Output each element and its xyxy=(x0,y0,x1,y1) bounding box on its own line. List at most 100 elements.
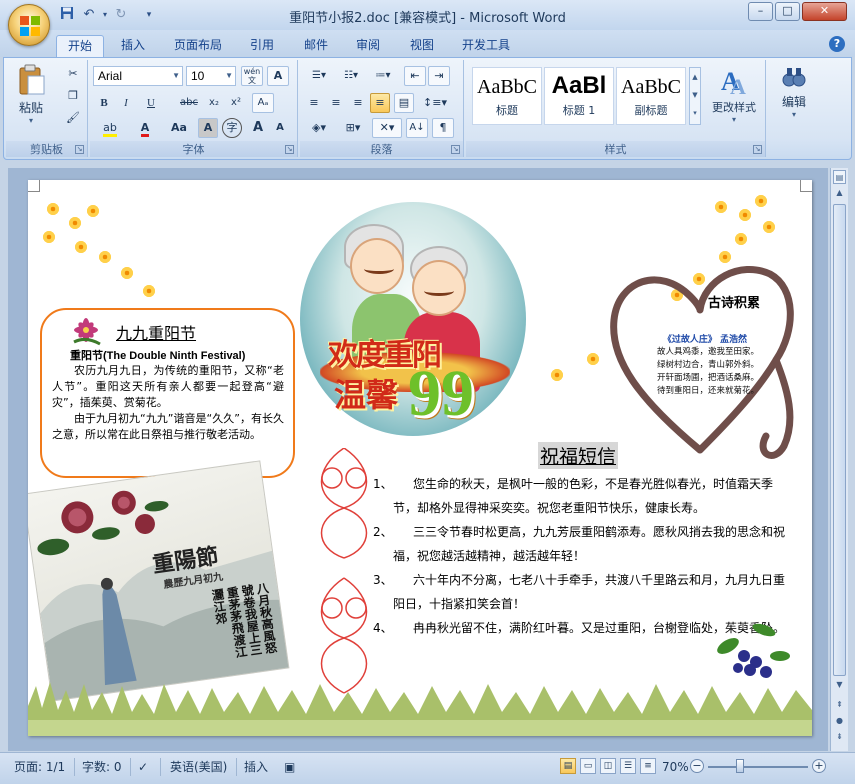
full-screen-reading-view-icon[interactable]: ▭ xyxy=(580,758,596,774)
highlight-color-button[interactable]: ab xyxy=(94,118,126,138)
clear-formatting-button[interactable]: Aₐ xyxy=(252,93,274,113)
editing-label: 编辑 xyxy=(781,95,806,109)
justify-button[interactable]: ≡ xyxy=(370,93,390,113)
tab-mailings[interactable]: 邮件 xyxy=(294,35,338,57)
draft-view-icon[interactable]: ≡ xyxy=(640,758,656,774)
font-name-select[interactable]: Arial ▼ xyxy=(93,66,183,86)
bold-button[interactable]: B xyxy=(94,93,114,113)
font-color-button[interactable]: A xyxy=(130,118,160,138)
flower-decoration xyxy=(71,240,91,254)
tab-references[interactable]: 引用 xyxy=(240,35,284,57)
tab-home[interactable]: 开始 xyxy=(56,35,104,57)
distributed-button[interactable]: ▤ xyxy=(394,93,414,113)
align-right-button[interactable]: ≡ xyxy=(348,93,368,113)
decrease-indent-button[interactable]: ⇤ xyxy=(404,66,426,86)
borders-button[interactable]: ⊞▾ xyxy=(338,118,368,138)
festival-info-box[interactable]: 九九重阳节 重阳节(The Double Ninth Festival) 农历九… xyxy=(40,308,295,478)
paragraph-launcher-icon[interactable]: ↘ xyxy=(451,145,460,154)
close-button[interactable]: ✕ xyxy=(802,2,847,21)
festival-banner: 欢度重阳 温馨 99 xyxy=(324,330,494,440)
tab-view[interactable]: 视图 xyxy=(400,35,444,57)
format-painter-icon[interactable]: 🖌 xyxy=(62,108,84,128)
print-layout-view-icon[interactable]: ▤ xyxy=(560,758,576,774)
cut-icon[interactable]: ✂ xyxy=(62,64,84,84)
sort-button[interactable]: A↓ xyxy=(406,118,428,138)
styles-scroll[interactable]: ▲ ▼ ▾ xyxy=(689,67,701,125)
change-case-button[interactable]: Aa xyxy=(164,118,194,138)
vertical-scrollbar[interactable]: ▤ ▲ ▼ ⇞ ● ⇟ xyxy=(830,168,848,751)
style-title[interactable]: AaBbC 标题 xyxy=(472,67,542,125)
insert-mode-indicator[interactable]: 插入 xyxy=(244,758,268,776)
subscript-button[interactable]: x₂ xyxy=(204,93,224,113)
language-indicator[interactable]: 英语(美国) xyxy=(170,758,227,776)
zoom-out-button[interactable]: − xyxy=(690,759,704,773)
align-center-button[interactable]: ≡ xyxy=(326,93,346,113)
show-marks-button[interactable]: ¶ xyxy=(432,118,454,138)
font-size-select[interactable]: 10 ▼ xyxy=(186,66,236,86)
shading-button[interactable]: ◈▾ xyxy=(304,118,334,138)
line-spacing-button[interactable]: ↕≡▾ xyxy=(420,93,450,113)
style-subtitle[interactable]: AaBbC 副标题 xyxy=(616,67,686,125)
increase-indent-button[interactable]: ⇥ xyxy=(428,66,450,86)
next-page-icon[interactable]: ⇟ xyxy=(833,730,846,744)
font-group: Arial ▼ 10 ▼ wén 文 A B I U abc x₂ x² Aₐ ab … xyxy=(90,60,298,157)
previous-page-icon[interactable]: ⇞ xyxy=(833,698,846,712)
web-layout-view-icon[interactable]: ◫ xyxy=(600,758,616,774)
change-styles-button[interactable]: A A 更改样式 ▾ xyxy=(706,64,762,134)
help-icon[interactable]: ? xyxy=(829,36,845,52)
maximize-button[interactable]: □ xyxy=(775,2,800,21)
enclose-characters-button[interactable]: 字 xyxy=(222,118,242,138)
grow-font-button[interactable]: A xyxy=(248,118,268,138)
character-border-button[interactable]: A xyxy=(267,66,289,86)
clipboard-group: 粘贴 ▾ ✂ ❐ 🖌 剪贴板 ↘ xyxy=(6,60,88,157)
tab-developer[interactable]: 开发工具 xyxy=(452,35,520,57)
shrink-font-button[interactable]: A xyxy=(270,118,290,138)
phonetic-guide-button[interactable]: wén 文 xyxy=(241,66,263,86)
zoom-level[interactable]: 70% xyxy=(662,758,689,776)
banner-line2: 温馨 xyxy=(334,376,399,414)
tab-review[interactable]: 审阅 xyxy=(346,35,390,57)
scroll-up-icon[interactable]: ▲ xyxy=(833,186,846,200)
zoom-slider-thumb[interactable] xyxy=(736,759,744,773)
minimize-button[interactable]: – xyxy=(748,2,773,21)
word-count[interactable]: 字数: 0 xyxy=(82,758,122,776)
strikethrough-button[interactable]: abc xyxy=(176,93,202,113)
superscript-button[interactable]: x² xyxy=(226,93,246,113)
zoom-slider[interactable] xyxy=(708,766,808,768)
chevron-up-icon[interactable]: ▲ xyxy=(690,68,700,86)
proofing-icon[interactable]: ✓ xyxy=(138,758,148,776)
underline-button[interactable]: U xyxy=(138,93,164,113)
grandma-smile xyxy=(424,286,454,296)
office-button[interactable] xyxy=(8,4,50,46)
document-page[interactable]: 欢度重阳 温馨 99 九九重阳节 重阳节(The Double Ninth Fe… xyxy=(28,180,812,736)
multilevel-list-button[interactable]: ≔▾ xyxy=(368,66,398,86)
paste-dropdown-icon[interactable]: ▾ xyxy=(14,116,48,125)
scroll-down-icon[interactable]: ▼ xyxy=(833,678,846,692)
styles-launcher-icon[interactable]: ↘ xyxy=(753,145,762,154)
numbering-button[interactable]: ☷▾ xyxy=(336,66,366,86)
more-styles-icon[interactable]: ▾ xyxy=(690,104,700,122)
align-left-button[interactable]: ≡ xyxy=(304,93,324,113)
chinese-layout-button[interactable]: ✕▾ xyxy=(372,118,402,138)
clipboard-launcher-icon[interactable]: ↘ xyxy=(75,145,84,154)
browse-object-icon[interactable]: ● xyxy=(833,714,846,728)
zoom-in-button[interactable]: + xyxy=(812,759,826,773)
ruler-toggle-icon[interactable]: ▤ xyxy=(833,170,846,184)
page-count[interactable]: 页面: 1/1 xyxy=(14,758,65,776)
outline-view-icon[interactable]: ☰ xyxy=(620,758,636,774)
tab-page-layout[interactable]: 页面布局 xyxy=(166,35,230,57)
font-name-value: Arial xyxy=(98,69,123,83)
font-launcher-icon[interactable]: ↘ xyxy=(285,145,294,154)
style-heading-1[interactable]: AaBl 标题 1 xyxy=(544,67,614,125)
macro-record-icon[interactable]: ▣ xyxy=(284,758,295,776)
italic-button[interactable]: I xyxy=(116,93,136,113)
character-shading-button[interactable]: A xyxy=(198,118,218,138)
chevron-down-icon[interactable]: ▼ xyxy=(690,86,700,104)
scroll-thumb[interactable] xyxy=(833,204,846,676)
copy-icon[interactable]: ❐ xyxy=(62,86,84,106)
paste-button[interactable]: 粘贴 ▾ xyxy=(14,64,48,128)
editing-button[interactable]: 编辑 ▾ xyxy=(772,64,816,134)
tab-insert[interactable]: 插入 xyxy=(112,35,154,57)
ribbon: 粘贴 ▾ ✂ ❐ 🖌 剪贴板 ↘ Arial ▼ 10 ▼ wén 文 A B I U… xyxy=(3,57,852,160)
bullets-button[interactable]: ☰▾ xyxy=(304,66,334,86)
